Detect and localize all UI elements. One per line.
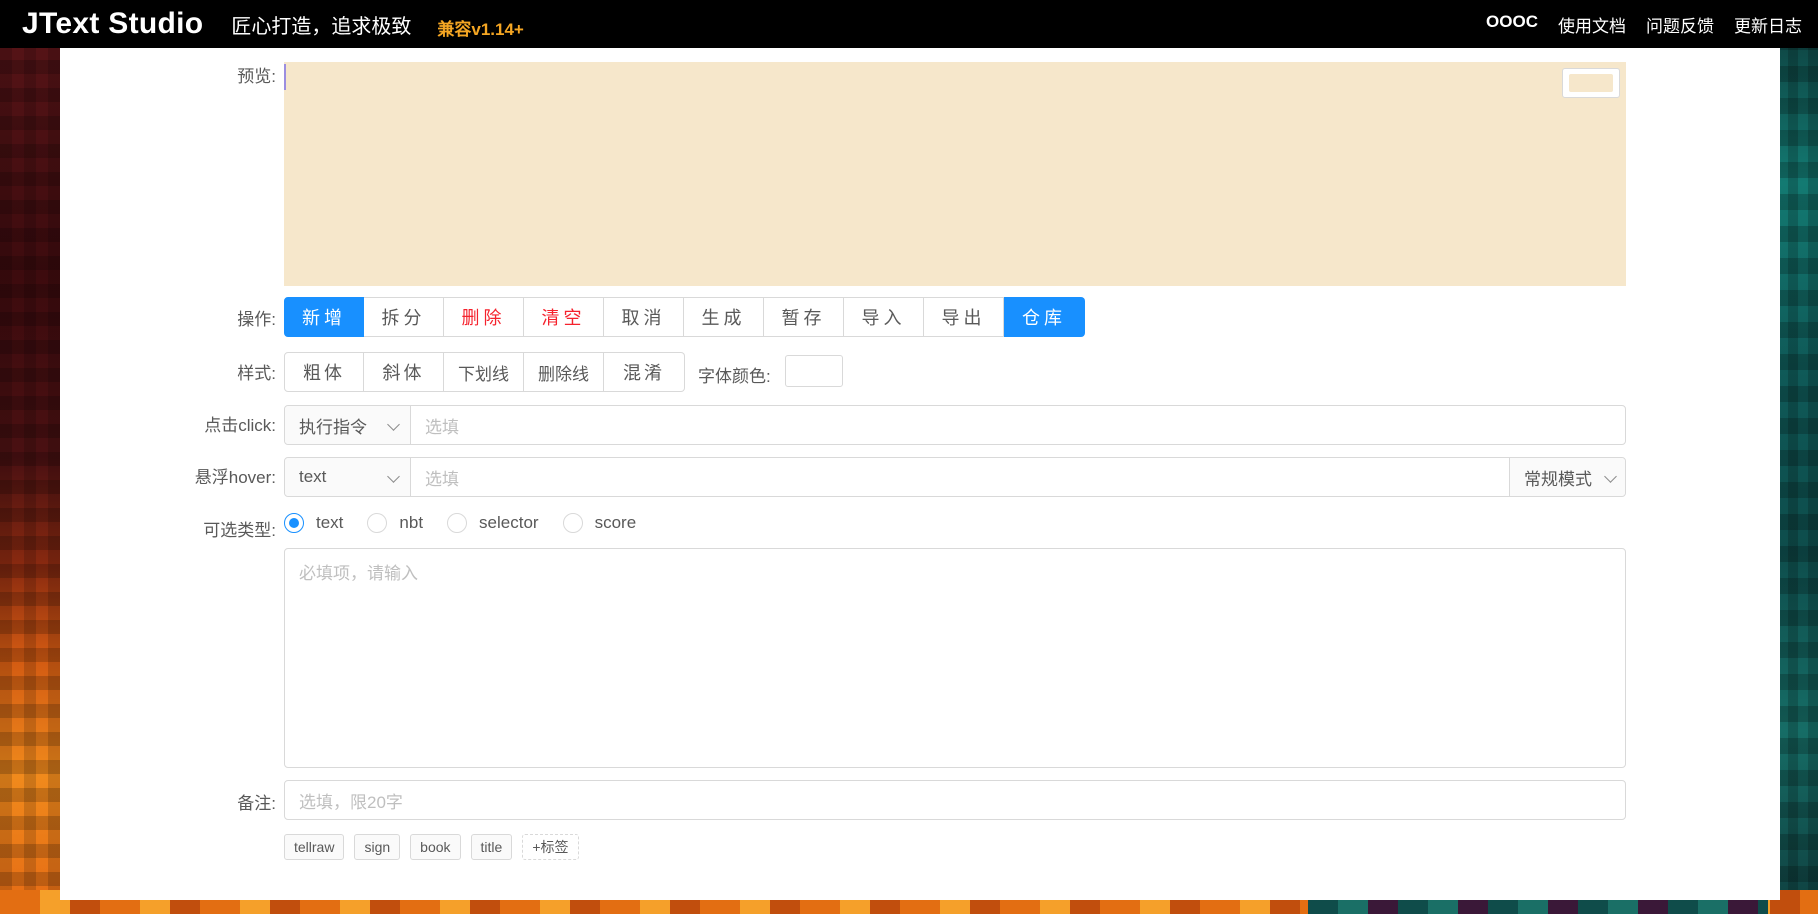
radio-text[interactable]: text (284, 513, 343, 533)
import-button[interactable]: 导入 (844, 297, 924, 337)
add-button[interactable]: 新增 (284, 297, 364, 337)
tag-list: tellraw sign book title +标签 (284, 834, 579, 860)
click-action-value: 执行指令 (299, 417, 367, 437)
click-action-select[interactable]: 执行指令 (285, 406, 411, 444)
hover-label: 悬浮hover: (194, 468, 276, 487)
radio-label: score (594, 513, 637, 532)
top-links: OOOC 使用文档 问题反馈 更新日志 (1486, 12, 1802, 37)
font-color-label: 字体颜色: (698, 367, 771, 386)
bold-button[interactable]: 粗体 (284, 352, 364, 392)
operations-button-group: 新增 拆分 删除 清空 取消 生成 暂存 导入 导出 仓库 (284, 297, 1085, 337)
underline-button[interactable]: 下划线 (444, 352, 524, 392)
chevron-down-icon (387, 418, 400, 431)
compat-badge: 兼容v1.14+ (437, 19, 524, 39)
save-draft-button[interactable]: 暂存 (764, 297, 844, 337)
nav-link-docs[interactable]: 使用文档 (1558, 12, 1626, 37)
obfuscate-button[interactable]: 混淆 (604, 352, 685, 392)
app-title: JText Studio (22, 7, 204, 40)
radio-label: selector (479, 513, 539, 532)
hover-type-value: text (299, 467, 327, 486)
chevron-down-icon (1604, 470, 1617, 483)
radio-dot (367, 513, 388, 533)
note-input[interactable]: 选填，限20字 (284, 780, 1626, 820)
editor-card: 预览: 操作: 新增 拆分 删除 清空 取消 生成 暂存 导入 导出 仓库 样式… (60, 48, 1780, 900)
tag-title[interactable]: title (470, 834, 513, 860)
radio-score[interactable]: score (562, 513, 637, 533)
text-cursor (284, 64, 286, 90)
font-color-picker[interactable] (785, 355, 843, 387)
color-swatch (1569, 74, 1613, 92)
hover-mode-select[interactable]: 常规模式 (1509, 458, 1625, 496)
hover-type-select[interactable]: text (285, 458, 411, 496)
top-navbar: JText Studio 匠心打造，追求极致 兼容v1.14+ OOOC 使用文… (0, 0, 1818, 48)
radio-selector[interactable]: selector (447, 513, 539, 533)
hover-mode-value: 常规模式 (1524, 469, 1592, 489)
nav-link-feedback[interactable]: 问题反馈 (1646, 12, 1714, 37)
hover-value-input[interactable]: 选填 (411, 458, 1509, 496)
delete-button[interactable]: 删除 (444, 297, 524, 337)
radio-label: nbt (399, 513, 424, 532)
nav-link-changelog[interactable]: 更新日志 (1734, 12, 1802, 37)
chevron-down-icon (387, 470, 400, 483)
split-button[interactable]: 拆分 (364, 297, 444, 337)
nav-link-oooc[interactable]: OOOC (1486, 12, 1538, 37)
export-button[interactable]: 导出 (924, 297, 1004, 337)
type-radio-group: text nbt selector score (284, 513, 660, 533)
hover-input-group: text 选填 常规模式 (284, 457, 1626, 497)
click-value-input[interactable]: 选填 (411, 406, 1625, 444)
operations-label: 操作: (237, 310, 276, 329)
radio-dot (447, 513, 468, 533)
preview-area[interactable] (284, 62, 1626, 286)
tag-tellraw[interactable]: tellraw (284, 834, 345, 860)
clear-button[interactable]: 清空 (524, 297, 604, 337)
styles-label: 样式: (237, 364, 276, 383)
radio-label: text (316, 513, 344, 532)
tag-sign[interactable]: sign (354, 834, 401, 860)
strikethrough-button[interactable]: 删除线 (524, 352, 604, 392)
repository-button[interactable]: 仓库 (1004, 297, 1085, 337)
preview-label: 预览: (237, 67, 276, 86)
content-textarea[interactable]: 必填项，请输入 (284, 548, 1626, 768)
note-label: 备注: (237, 794, 276, 813)
app-slogan: 匠心打造，追求极致 (231, 15, 412, 38)
background-color-picker[interactable] (1562, 68, 1620, 98)
italic-button[interactable]: 斜体 (364, 352, 444, 392)
types-label: 可选类型: (203, 521, 276, 540)
click-input-group: 执行指令 选填 (284, 405, 1626, 445)
click-label: 点击click: (204, 416, 276, 435)
add-tag-button[interactable]: +标签 (522, 834, 579, 860)
radio-dot (562, 513, 583, 533)
cancel-button[interactable]: 取消 (604, 297, 684, 337)
radio-dot (284, 513, 304, 533)
radio-nbt[interactable]: nbt (367, 513, 423, 533)
styles-button-group: 粗体 斜体 下划线 删除线 混淆 (284, 352, 685, 392)
tag-book[interactable]: book (410, 834, 461, 860)
generate-button[interactable]: 生成 (684, 297, 764, 337)
